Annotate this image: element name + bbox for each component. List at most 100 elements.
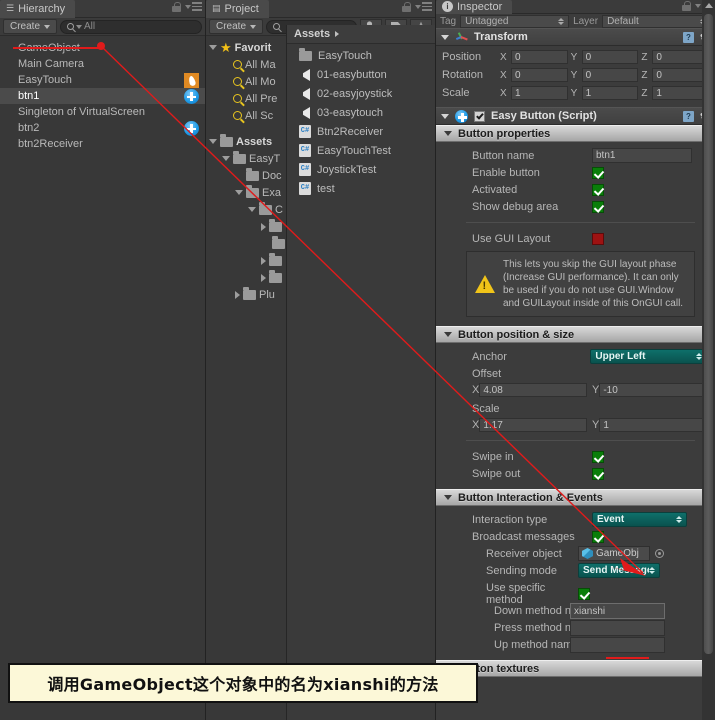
transform-z-input[interactable]: 1 (652, 86, 710, 100)
hierarchy-item-btn2[interactable]: btn2 (0, 120, 205, 136)
hierarchy-create-button[interactable]: Create (3, 19, 58, 34)
tab-inspector[interactable]: i Inspector (436, 0, 513, 14)
asset-item[interactable]: 01-easybutton (287, 65, 435, 84)
chevron-down-icon[interactable] (209, 139, 217, 144)
section-button-position-header[interactable]: Button position & size (436, 326, 715, 343)
asset-item[interactable]: C# test (287, 179, 435, 198)
object-picker-icon[interactable] (655, 549, 664, 558)
tab-project[interactable]: ▤ Project (206, 0, 269, 18)
scene-icon (299, 68, 311, 81)
transform-component-header[interactable]: Transform (436, 28, 715, 46)
transform-x-input[interactable]: 0 (511, 50, 568, 64)
transform-z-input[interactable]: 0 (652, 50, 710, 64)
press-method-input[interactable] (570, 619, 665, 636)
tag-value: Untagged (465, 15, 509, 27)
use-specific-method-checkbox[interactable] (578, 587, 590, 600)
asset-item[interactable]: C# JoystickTest (287, 160, 435, 179)
hierarchy-item-main-camera[interactable]: Main Camera (0, 56, 205, 72)
chevron-down-icon[interactable] (235, 190, 243, 195)
project-tree-label: All Pre (245, 92, 278, 105)
transform-x-input[interactable]: 0 (511, 68, 568, 82)
interaction-type-dropdown[interactable]: Event (592, 512, 687, 527)
foldout-triangle-icon[interactable] (441, 34, 449, 40)
use-gui-layout-checkbox[interactable] (592, 232, 604, 245)
chevron-right-icon[interactable] (235, 290, 240, 299)
help-icon[interactable] (683, 31, 694, 43)
project-tab-bar: ▤ Project (206, 0, 435, 18)
activated-row: Activated (444, 181, 707, 198)
anchor-label: Anchor (472, 350, 507, 363)
transform-y-input[interactable]: 1 (581, 86, 639, 100)
panel-menu-icon[interactable] (415, 2, 432, 13)
button-interaction-title: Button Interaction & Events (458, 491, 603, 504)
broadcast-checkbox[interactable] (592, 530, 604, 543)
chevron-right-icon[interactable] (261, 273, 266, 282)
sending-mode-dropdown[interactable]: Send Message (578, 563, 660, 578)
tag-dropdown[interactable]: Untagged (460, 14, 570, 28)
transform-y-input[interactable]: 0 (581, 68, 639, 82)
foldout-triangle-icon[interactable] (444, 495, 452, 500)
layer-dropdown[interactable]: Default (602, 14, 712, 28)
divider (466, 440, 695, 441)
transform-y-input[interactable]: 0 (581, 50, 639, 64)
hierarchy-tab-controls (172, 2, 202, 13)
foldout-triangle-icon[interactable] (444, 332, 452, 337)
gameobject-underline (13, 47, 101, 49)
hierarchy-item-btn1[interactable]: btn1 (0, 88, 205, 104)
offset-y-input[interactable]: -10 (599, 383, 707, 397)
button-name-input[interactable]: btn1 (592, 148, 692, 163)
offset-x-input[interactable]: 4.08 (479, 383, 587, 397)
asset-item[interactable]: C# EasyTouchTest (287, 141, 435, 160)
anchor-dropdown[interactable]: Upper Left (590, 349, 707, 364)
hierarchy-item-btn2receiver[interactable]: btn2Receiver (0, 136, 205, 152)
lock-icon[interactable] (682, 1, 691, 12)
hierarchy-item-easytouch[interactable]: EasyTouch (0, 72, 205, 88)
easy-button-component-header[interactable]: Easy Button (Script) (436, 107, 715, 125)
receiver-object-field[interactable]: GameObj (578, 546, 650, 561)
scale-label: Scale (472, 402, 500, 415)
scroll-up-arrow-icon[interactable] (705, 3, 713, 8)
scale-x-input[interactable]: 1.17 (479, 418, 587, 432)
section-button-interaction-header[interactable]: Button Interaction & Events (436, 489, 715, 506)
asset-item[interactable]: 02-easyjoystick (287, 84, 435, 103)
enable-button-checkbox[interactable] (592, 166, 604, 179)
help-icon[interactable] (683, 110, 694, 122)
hierarchy-item-singleton-of-virtualscreen[interactable]: Singleton of VirtualScreen (0, 104, 205, 120)
chevron-down-icon[interactable] (209, 45, 217, 50)
scrollbar-thumb[interactable] (704, 14, 713, 654)
asset-item[interactable]: EasyTouch (287, 46, 435, 65)
lock-icon[interactable] (402, 2, 411, 13)
transform-x-input[interactable]: 1 (511, 86, 568, 100)
chevron-down-icon[interactable] (248, 207, 256, 212)
inspector-scrollbar[interactable] (702, 0, 715, 720)
receiver-object-value: GameObj (596, 548, 639, 559)
project-create-button[interactable]: Create (209, 19, 264, 34)
foldout-triangle-icon[interactable] (441, 113, 449, 119)
scale-y-input[interactable]: 1 (599, 418, 707, 432)
lock-icon[interactable] (172, 2, 181, 13)
panel-menu-icon[interactable] (185, 2, 202, 13)
asset-item[interactable]: 03-easytouch (287, 103, 435, 122)
prefab-plus-icon (184, 121, 199, 136)
activated-checkbox[interactable] (592, 183, 604, 196)
hierarchy-create-label: Create (10, 21, 41, 32)
swipe-in-checkbox[interactable] (592, 450, 604, 463)
tab-hierarchy[interactable]: ☰ Hierarchy (0, 0, 76, 18)
swipe-in-row: Swipe in (444, 448, 707, 465)
foldout-triangle-icon[interactable] (444, 131, 452, 136)
component-enabled-checkbox[interactable] (474, 110, 485, 122)
transform-z-input[interactable]: 0 (652, 68, 710, 82)
swipe-out-checkbox[interactable] (592, 467, 604, 480)
show-debug-checkbox[interactable] (592, 200, 604, 213)
easytouch-icon (184, 73, 199, 88)
chevron-right-icon[interactable] (261, 256, 266, 265)
chevron-right-icon[interactable] (261, 222, 266, 231)
axis-label-z: Z (641, 51, 648, 63)
down-method-input[interactable]: xianshi (570, 602, 665, 619)
section-button-properties-header[interactable]: Button properties (436, 125, 715, 142)
hierarchy-search-input[interactable]: All (60, 19, 202, 34)
chevron-down-icon[interactable] (222, 156, 230, 161)
asset-item[interactable]: C# Btn2Receiver (287, 122, 435, 141)
up-method-input[interactable] (570, 636, 665, 653)
project-tree-label: All Ma (245, 58, 276, 71)
